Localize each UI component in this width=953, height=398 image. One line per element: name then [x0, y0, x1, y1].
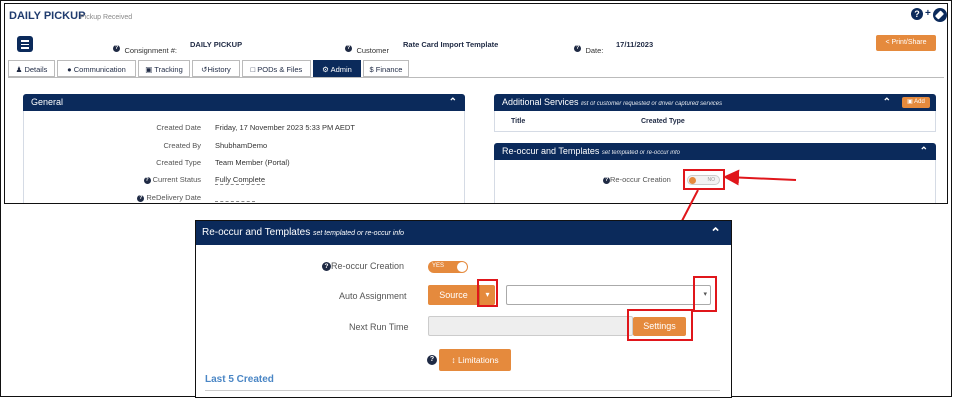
source-button[interactable]: Source — [428, 285, 479, 305]
last5-divider — [205, 390, 720, 391]
assignment-select[interactable]: ▾ — [506, 285, 711, 305]
next-run-input[interactable] — [428, 316, 633, 336]
highlight-box-select — [693, 276, 717, 312]
question-icon[interactable]: ? — [427, 355, 437, 365]
limitations-label: Limitations — [457, 355, 499, 365]
zoom-creation-label: ? Re-occur Creation — [322, 261, 405, 272]
last5-heading: Last 5 Created — [205, 374, 274, 385]
chevron-up-icon[interactable]: ⌃ — [710, 221, 721, 245]
question-icon: ? — [322, 262, 331, 272]
highlight-box-source — [477, 279, 498, 307]
limitations-button[interactable]: ↕ Limitations — [439, 349, 511, 371]
arrow-to-toggle — [723, 169, 797, 186]
reoccur-toggle-on[interactable]: YES — [428, 261, 468, 273]
toggle-on-label: YES — [432, 263, 445, 269]
highlight-box-settings — [627, 309, 693, 341]
auto-assignment-label: Auto Assignment — [339, 291, 407, 301]
toggle-knob — [457, 262, 467, 272]
arrows-vertical-icon: ↕ — [451, 355, 456, 365]
zoom-reoccur-title: Re-occur and Templates — [202, 227, 311, 238]
zoom-reoccur-header: Re-occur and Templates set templated or … — [196, 221, 731, 245]
next-run-label: Next Run Time — [349, 322, 409, 332]
zoom-panel-frame: Re-occur and Templates set templated or … — [195, 220, 732, 398]
zoom-reoccur-subtitle: set templated or re-occur info — [312, 230, 405, 237]
zoom-creation-text: Re-occur Creation — [331, 261, 405, 271]
